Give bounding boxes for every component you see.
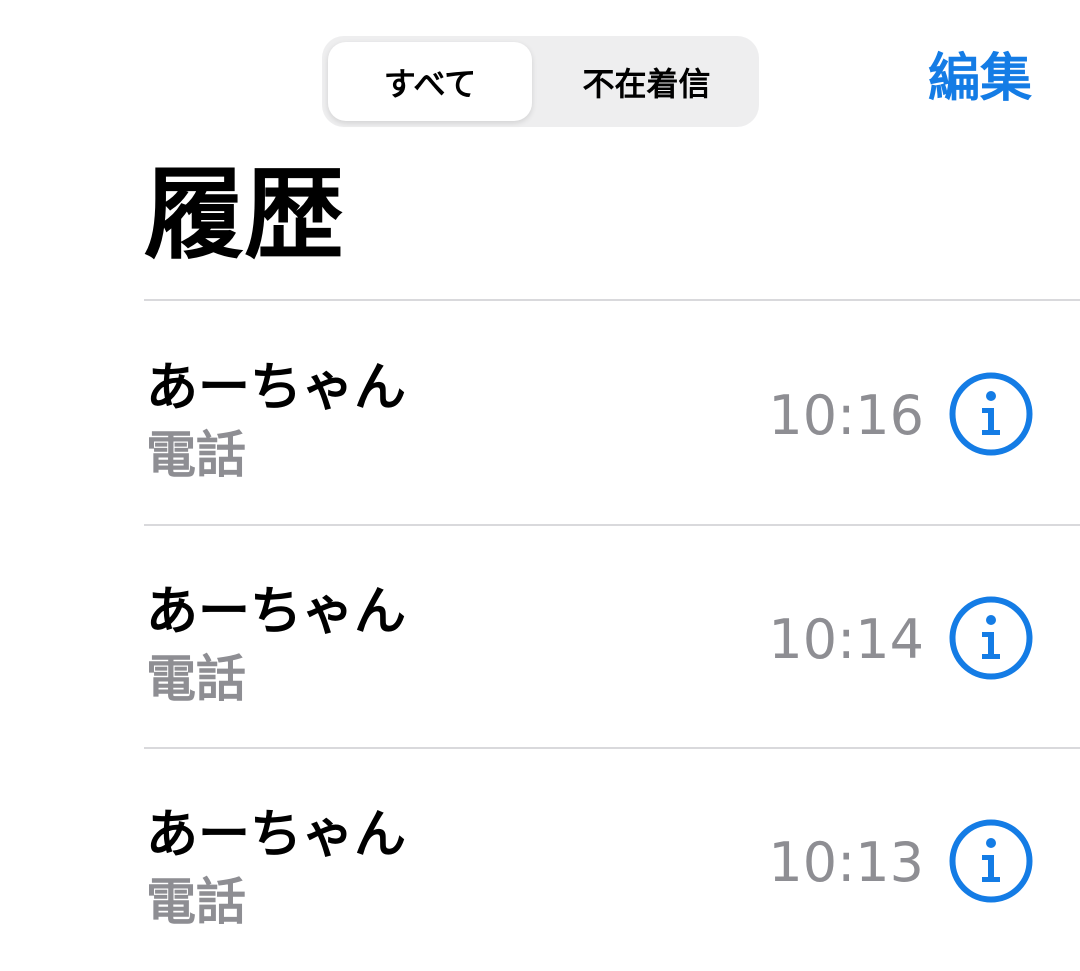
call-type: 電話 bbox=[146, 426, 246, 484]
edit-button[interactable]: 編集 bbox=[928, 44, 1032, 114]
info-circle-icon[interactable] bbox=[948, 818, 1034, 904]
call-row[interactable]: あーちゃん 電話 10:16 bbox=[144, 302, 1080, 524]
caller-name: あーちゃん bbox=[146, 582, 407, 642]
caller-name: あーちゃん bbox=[146, 805, 407, 865]
call-time: 10:16 bbox=[768, 384, 924, 447]
segment-missed[interactable]: 不在着信 bbox=[540, 42, 753, 121]
divider bbox=[144, 299, 1080, 301]
segment-all[interactable]: すべて bbox=[328, 42, 532, 121]
call-type: 電話 bbox=[146, 873, 246, 931]
call-type: 電話 bbox=[146, 650, 246, 708]
call-filter-segmented-control: すべて 不在着信 bbox=[322, 36, 759, 127]
info-circle-icon[interactable] bbox=[948, 595, 1034, 681]
page-title: 履歴 bbox=[144, 156, 344, 273]
call-time: 10:14 bbox=[768, 608, 924, 671]
call-row[interactable]: あーちゃん 電話 10:14 bbox=[144, 526, 1080, 748]
call-time: 10:13 bbox=[768, 831, 924, 894]
call-row[interactable]: あーちゃん 電話 10:13 bbox=[144, 749, 1080, 971]
info-circle-icon[interactable] bbox=[948, 371, 1034, 457]
caller-name: あーちゃん bbox=[146, 358, 407, 418]
